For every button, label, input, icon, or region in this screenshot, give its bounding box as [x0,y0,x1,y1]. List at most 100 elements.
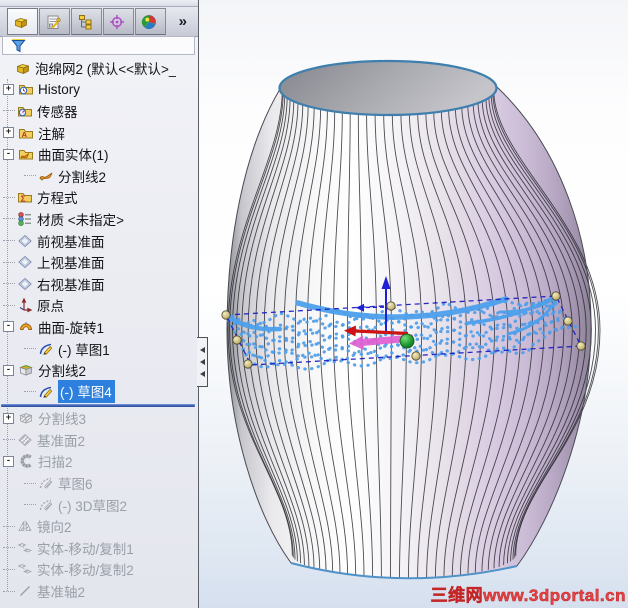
expander-minus-icon[interactable]: - [3,455,14,467]
tree-item-surface-revolve1[interactable]: - 曲面-旋转1 [0,316,197,338]
configurationmanager-tab[interactable] [71,8,102,35]
plane-icon [17,276,33,292]
svg-text:A: A [22,130,28,139]
tree-connector [3,547,15,549]
dimxpertmanager-tab[interactable] [103,8,134,35]
displaymanager-tab[interactable] [135,8,166,35]
feature-tree: 泡绵网2 (默认<<默认>_ + History 传感器 + A 注解 - 曲面实体(1) 分割线… [0,57,197,608]
tree-item-label: 原点 [37,299,64,315]
graphics-viewport[interactable]: 三维网www.3dportal.cn [199,0,628,608]
tree-item-label: 基准面2 [37,433,86,449]
propertymanager-tab[interactable] [39,8,70,35]
tree-connector [3,240,15,242]
tree-item-label: (-) 草图1 [58,342,110,358]
expander-minus-icon[interactable]: - [3,321,14,333]
tree-item-label: 材质 <未指定> [37,212,125,228]
tree-item-sensors[interactable]: 传感器 [0,100,197,122]
viewport-3d-scene[interactable] [199,0,628,608]
tree-connector [3,110,15,112]
tree-item-splitline3[interactable]: + 分割线3 [0,408,197,430]
tree-item-move-copy1[interactable]: 实体-移动/复制1 [0,537,197,559]
hatch-move-icon [17,561,33,577]
tree-item-right-plane[interactable]: 右视基准面 [0,273,197,295]
tree-connector [3,283,15,285]
hatch-box-icon [17,605,33,608]
filter-funnel-icon[interactable] [11,38,27,54]
tree-item-plane2[interactable]: 基准面2 [0,429,197,451]
tree-filter-bar[interactable] [2,36,195,55]
tree-item-front-plane[interactable]: 前视基准面 [0,230,197,252]
rollback-bar-line [1,403,195,407]
tree-item-material[interactable]: 材质 <未指定> [0,208,197,230]
hatch-mirror-icon [17,518,33,534]
part-icon [13,14,29,30]
tree-item-label: 右视基准面 [37,277,105,293]
sketch-icon [38,384,54,400]
tree-connector [3,439,15,441]
tree-item-sketch4[interactable]: (-) 草图4 [0,380,197,404]
tree-item-origin[interactable]: 原点 [0,295,197,317]
tree-connector [3,590,15,592]
expander-plus-icon[interactable]: + [3,83,14,95]
plane-icon [17,233,33,249]
solidworks-window: » 泡绵网2 (默认<<默认>_ + History 传感器 + A 注解 - 曲面实体(1) 分… [0,0,628,608]
tree-item-sketch1[interactable]: (-) 草图1 [0,338,197,360]
tree-item-mirror2[interactable]: 镜向2 [0,515,197,537]
featuremanager-panel: » 泡绵网2 (默认<<默认>_ + History 传感器 + A 注解 - 曲面实体(1) 分… [0,0,208,608]
tree-connector [3,196,15,198]
top-opening[interactable] [278,59,498,117]
tree-item-label: 上视基准面 [37,256,105,272]
tree-item-axis2[interactable]: 基准轴2 [0,580,197,602]
tree-item-label: 方程式 [37,191,78,207]
material-icon [17,211,33,227]
folder-annot-icon: A [18,125,34,141]
tree-item-3d-sketch2[interactable]: (-) 3D草图2 [0,494,197,516]
panel-top-strip [0,0,198,7]
tree-connector [3,568,15,570]
panel-splitter-handle[interactable] [197,337,208,387]
tree-item-label: (-) 3D草图2 [58,498,128,514]
tree-connector [24,348,36,350]
tree-item-history[interactable]: + History [0,79,197,101]
tree-item-sweep2[interactable]: - 扫描2 [0,451,197,473]
expander-plus-icon[interactable]: + [3,127,14,139]
tree-item-surface-bodies[interactable]: - 曲面实体(1) [0,143,197,165]
tree-item-move-copy2[interactable]: 实体-移动/复制2 [0,559,197,581]
tree-item-label: History [38,81,81,97]
expander-minus-icon[interactable]: - [3,148,14,160]
tree-item-label: 扫描2 [38,455,73,471]
tree-item-splitline2[interactable]: - 分割线2 [0,359,197,381]
tree-item-partial-row[interactable] [0,602,197,608]
surf-revolve-icon [18,319,34,335]
manager-tab-bar: » [0,7,198,37]
tree-connector [24,391,36,393]
tree-item-equations[interactable]: Σ 方程式 [0,187,197,209]
tree-item-label: 分割线2 [38,364,87,380]
folder-eq-icon: Σ [17,189,33,205]
tree-connector [24,482,36,484]
tree-item-root-part[interactable]: 泡绵网2 (默认<<默认>_ [0,57,197,79]
tree-item-label: 前视基准面 [37,234,105,250]
tree-item-label: 传感器 [37,104,78,120]
tree-item-surface-body-splitline2[interactable]: 分割线2 [0,165,197,187]
tree-item-annotations[interactable]: + A 注解 [0,122,197,144]
hatch-box-icon [18,410,34,426]
featuremanager-tab[interactable] [7,8,38,35]
property-icon [45,14,61,30]
plane-icon [17,254,33,270]
expander-minus-icon[interactable]: - [3,364,14,376]
collapse-arrow-icon [197,371,205,377]
expand-tabs-chevron-icon[interactable]: » [179,13,187,30]
expander-plus-icon[interactable]: + [3,412,14,424]
axis-icon [17,583,33,599]
tree-item-top-plane[interactable]: 上视基准面 [0,251,197,273]
hatch-sweep-icon [18,453,34,469]
tree-item-label: 分割线2 [58,169,107,185]
tree-item-label: 基准轴2 [37,585,86,601]
tree-item-sketch6[interactable]: 草图6 [0,472,197,494]
hatch-move-icon [17,540,33,556]
tree-item-label: 实体-移动/复制1 [37,541,134,557]
part-icon [15,60,31,76]
splitline-icon [18,362,34,378]
hatch-sketch-icon [38,475,54,491]
